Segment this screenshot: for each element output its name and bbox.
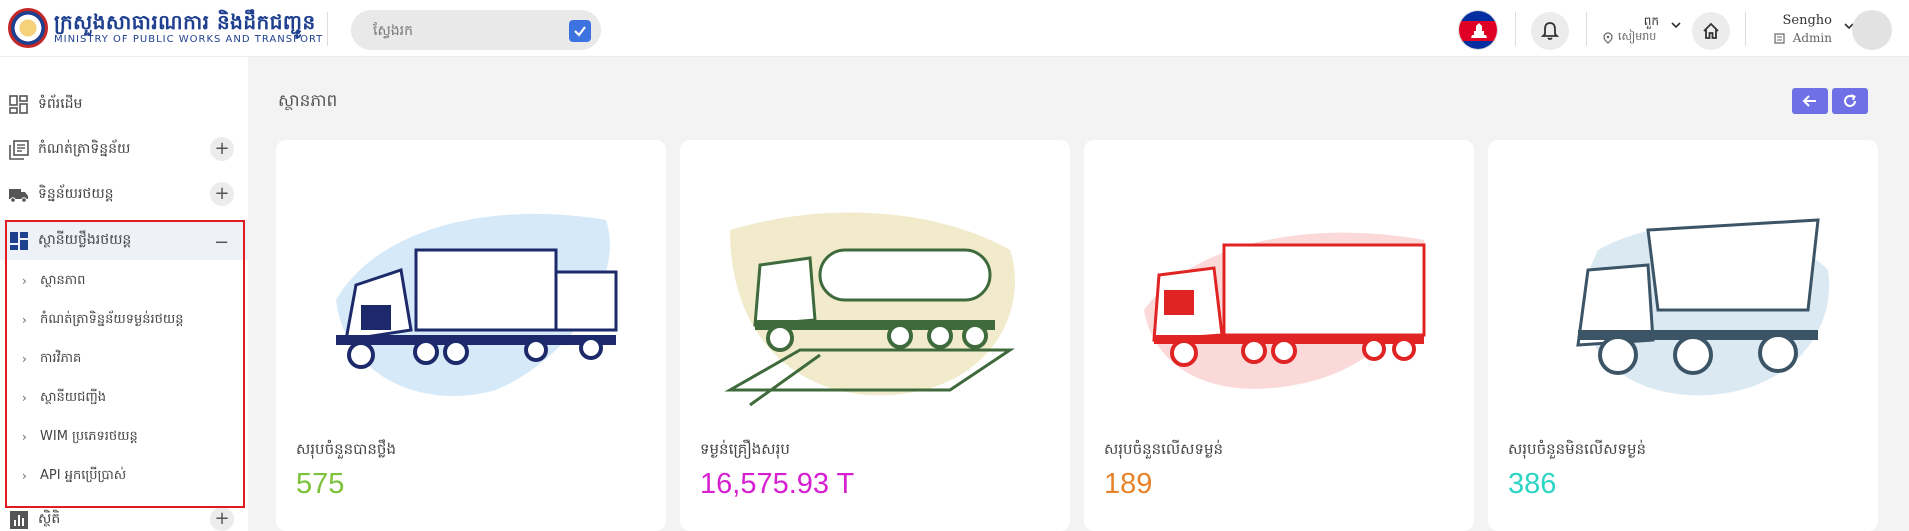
stat-value: 575 <box>296 468 345 500</box>
header-divider <box>327 12 328 46</box>
ministry-seal-icon <box>8 8 48 48</box>
submenu-item-label: កំណត់ត្រាទិន្នន័យទម្ងន់រថយន្ត <box>40 311 184 327</box>
location-selector[interactable]: ពួក សៀមរាប <box>1603 13 1683 45</box>
plus-icon: + <box>214 508 230 529</box>
header-divider <box>1515 12 1516 46</box>
submenu-item-label: ស្ថានីយជញ្ជីង <box>40 389 107 405</box>
sidebar-item-label: ទិន្នន័យរថយន្ត <box>38 185 114 202</box>
submenu-item-scale-station[interactable]: › ស្ថានីយជញ្ជីង <box>22 380 242 416</box>
expand-button[interactable]: + <box>210 507 234 531</box>
top-header: ក្រសួងសាធារណការ និងដឹកជញ្ជូន MINISTRY OF… <box>0 0 1909 57</box>
stat-label: សរុបចំនួនបានថ្លឹង <box>296 440 396 458</box>
user-role: Admin <box>1792 31 1832 45</box>
logo-title-kh: ក្រសួងសាធារណការ និងដឹកជញ្ជូន <box>54 10 316 34</box>
dashboard-icon <box>9 95 28 114</box>
ministry-logo[interactable]: ក្រសួងសាធារណការ និងដឹកជញ្ជូន MINISTRY OF… <box>8 8 323 48</box>
stat-card-overweight: សរុបចំនួនលើសទម្ងន់ 189 <box>1084 140 1474 531</box>
stat-label: សរុបចំនួនលើសទម្ងន់ <box>1104 440 1224 458</box>
sidebar-item-label: កំណត់ត្រាទិន្នន័យ <box>38 140 131 157</box>
expand-button[interactable]: + <box>210 137 234 161</box>
user-name: Sengho <box>1782 13 1833 28</box>
search-box <box>351 10 601 50</box>
stat-label: ទម្ងន់គ្រឿងសរុប <box>700 440 790 458</box>
chevron-right-icon: › <box>22 430 27 444</box>
stat-value: 189 <box>1104 468 1153 500</box>
semi-truck-illustration-icon <box>336 213 618 396</box>
bar-chart-icon <box>10 511 28 529</box>
sidebar-item-label: ទំព័រដើម <box>38 95 83 112</box>
chevron-right-icon: › <box>22 313 27 327</box>
tanker-truck-illustration-icon <box>724 212 1015 407</box>
page-title: ស្ថានភាព <box>278 91 338 111</box>
sidebar-item-label: ស្ថានីយថ្លឹងរថយន្ត <box>38 231 132 248</box>
stat-value: 16,575.93 T <box>700 468 855 500</box>
stat-card-total-weight: ទម្ងន់គ្រឿងសរុប 16,575.93 T <box>680 140 1070 531</box>
submenu-item-wim-vehicle-type[interactable]: › WIM ប្រភេទរថយន្ត <box>22 419 242 455</box>
sidebar-item-home[interactable]: ទំព័រដើម <box>0 84 248 124</box>
grid-icon <box>10 232 28 250</box>
arrow-left-icon <box>1802 95 1816 107</box>
location-bottom-text: សៀមរាប <box>1618 30 1657 43</box>
sidebar: ទំព័រដើម កំណត់ត្រាទិន្នន័យ + ទិន្នន័យរថយ… <box>0 57 248 531</box>
back-button[interactable] <box>1792 88 1828 114</box>
plus-icon: + <box>214 183 230 204</box>
sidebar-item-label: ស្ថិតិ <box>38 510 61 527</box>
search-input[interactable] <box>373 20 553 40</box>
submenu-item-label: ការវិភាគ <box>40 350 82 366</box>
logo-title-en: MINISTRY OF PUBLIC WORKS AND TRANSPORT <box>54 34 324 45</box>
submenu-item-api-users[interactable]: › API អ្នកប្រើប្រាស់ <box>22 458 242 494</box>
submenu-item-label: ស្ថានភាព <box>40 272 86 288</box>
bell-icon <box>1541 22 1559 40</box>
refresh-button[interactable] <box>1832 88 1868 114</box>
check-icon <box>574 26 586 37</box>
submenu-item-analysis[interactable]: › ការវិភាគ <box>22 341 242 377</box>
submenu-item-label: API អ្នកប្រើប្រាស់ <box>40 467 127 483</box>
search-checkbox[interactable] <box>569 20 591 42</box>
collapse-minus-icon[interactable]: − <box>214 232 229 253</box>
sidebar-item-records[interactable]: កំណត់ត្រាទិន្នន័យ + <box>0 129 248 169</box>
chevron-right-icon: › <box>22 391 27 405</box>
cambodia-flag-icon <box>1459 11 1497 49</box>
sidebar-item-vehicle-data[interactable]: ទិន្នន័យរថយន្ត + <box>0 174 248 214</box>
notification-button[interactable] <box>1531 12 1569 50</box>
home-icon <box>1703 22 1719 39</box>
stat-card-not-overweight: សរុបចំនួនមិនលើសទម្ងន់ 386 <box>1488 140 1878 531</box>
sidebar-item-statistics[interactable]: ស្ថិតិ + <box>0 499 248 531</box>
chevron-right-icon: › <box>22 352 27 366</box>
sidebar-item-weigh-station[interactable]: ស្ថានីយថ្លឹងរថយន្ត − <box>0 220 248 260</box>
red-truck-illustration-icon <box>1144 232 1426 389</box>
header-divider <box>1745 12 1746 46</box>
stat-label: សរុបចំនួនមិនលើសទម្ងន់ <box>1508 440 1647 458</box>
location-pin-icon <box>1603 32 1613 44</box>
header-divider <box>1586 12 1587 46</box>
avatar[interactable] <box>1852 10 1892 50</box>
location-top-text: ពួក <box>1643 14 1659 28</box>
id-card-icon <box>1774 32 1785 44</box>
user-menu[interactable]: Sengho Admin <box>1762 12 1862 48</box>
language-flag-button[interactable] <box>1458 10 1498 50</box>
truck-icon <box>9 189 28 203</box>
chevron-down-icon <box>1671 22 1681 29</box>
submenu-item-status[interactable]: › ស្ថានភាព <box>22 263 242 299</box>
dump-truck-illustration-icon <box>1576 218 1830 396</box>
refresh-icon <box>1844 94 1856 107</box>
submenu-item-weight-records[interactable]: › កំណត់ត្រាទិន្នន័យទម្ងន់រថយន្ត <box>22 302 242 338</box>
stat-value: 386 <box>1508 468 1557 500</box>
records-icon <box>9 140 29 160</box>
expand-button[interactable]: + <box>210 182 234 206</box>
chevron-right-icon: › <box>22 274 27 288</box>
submenu-item-label: WIM ប្រភេទរថយន្ត <box>40 428 138 444</box>
chevron-right-icon: › <box>22 469 27 483</box>
plus-icon: + <box>214 138 230 159</box>
home-button[interactable] <box>1692 12 1730 50</box>
stat-card-total-weighed: សរុបចំនួនបានថ្លឹង 575 <box>276 140 666 531</box>
